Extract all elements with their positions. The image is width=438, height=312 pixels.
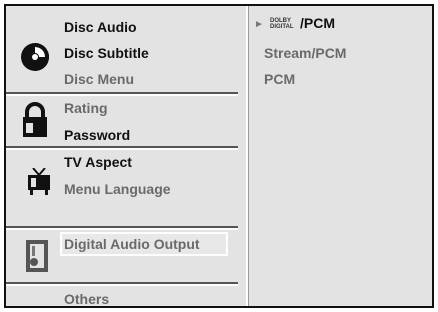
section-divider-4-light xyxy=(6,284,238,286)
menu-item-rating[interactable]: Rating xyxy=(64,99,108,117)
speaker-icon xyxy=(26,240,48,277)
menu-item-disc-menu[interactable]: Disc Menu xyxy=(64,70,134,88)
menu-item-others[interactable]: Others xyxy=(64,290,109,308)
lock-icon xyxy=(22,102,48,143)
section-divider-2-light xyxy=(6,148,238,150)
menu-item-tv-aspect[interactable]: TV Aspect xyxy=(64,153,132,171)
selection-cursor-icon: ► xyxy=(254,19,264,30)
setup-menu-screen: Disc Audio Disc Subtitle Disc Menu Ratin… xyxy=(4,4,434,308)
option-dolby-pcm[interactable]: /PCM xyxy=(300,14,335,32)
section-divider-1-light xyxy=(6,94,238,96)
disc-icon xyxy=(20,42,50,77)
dolby-logo-bottom: DIGITAL xyxy=(270,24,294,30)
section-divider-3-light xyxy=(6,228,238,230)
menu-item-digital-audio-output[interactable]: Digital Audio Output xyxy=(64,235,200,253)
menu-item-menu-language[interactable]: Menu Language xyxy=(64,180,171,198)
dolby-digital-logo: DOLBY DIGITAL xyxy=(270,18,294,30)
menu-item-disc-audio[interactable]: Disc Audio xyxy=(64,18,137,36)
menu-item-disc-subtitle[interactable]: Disc Subtitle xyxy=(64,44,149,62)
option-pcm[interactable]: PCM xyxy=(264,70,295,88)
option-stream-pcm[interactable]: Stream/PCM xyxy=(264,44,346,62)
tv-icon xyxy=(26,167,52,201)
column-divider-shadow xyxy=(248,6,249,306)
menu-item-password[interactable]: Password xyxy=(64,126,130,144)
